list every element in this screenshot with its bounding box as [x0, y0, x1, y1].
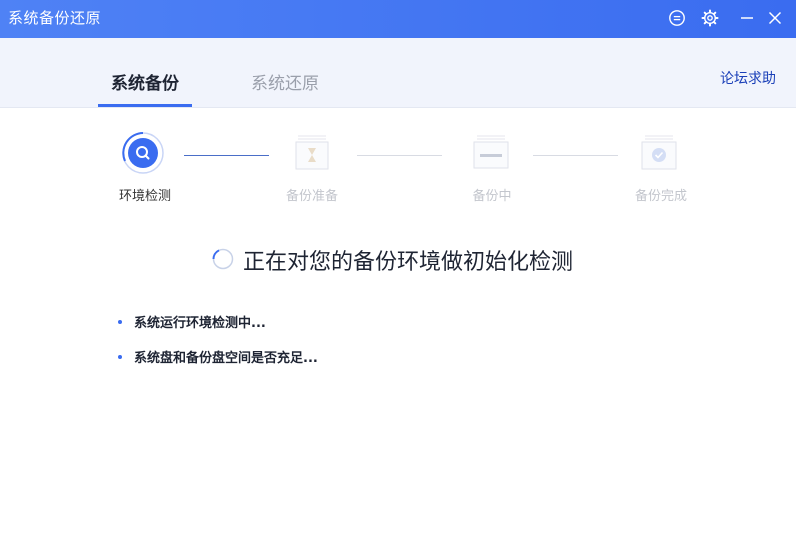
- gear-icon[interactable]: [697, 5, 723, 31]
- check-icon: [637, 131, 681, 175]
- loading-spinner-icon: [212, 248, 234, 270]
- search-icon: [122, 132, 164, 174]
- forum-help-link[interactable]: 论坛求助: [720, 68, 776, 88]
- check-item-text: 系统盘和备份盘空间是否充足...: [134, 351, 318, 366]
- bullet-icon: [118, 354, 122, 359]
- step-connector: [357, 155, 442, 156]
- minimize-icon[interactable]: [734, 5, 760, 31]
- bullet-icon: [118, 319, 122, 324]
- step-label-backup-done: 备份完成: [634, 189, 687, 204]
- step-connector: [184, 155, 269, 156]
- step-env-check-icon: [121, 131, 165, 175]
- tabs-header: 系统备份 系统还原 论坛求助: [0, 38, 796, 108]
- status-message: 正在对您的备份环境做初始化检测: [243, 250, 574, 275]
- check-list-item: 系统盘和备份盘空间是否充足...: [118, 347, 318, 366]
- app-title: 系统备份还原: [8, 9, 102, 27]
- hourglass-icon: [290, 131, 334, 175]
- step-label-backing-up: 备份中: [472, 189, 512, 204]
- close-icon[interactable]: [762, 5, 788, 31]
- check-item-text: 系统运行环境检测中...: [134, 316, 266, 331]
- active-tab-indicator: [98, 104, 192, 107]
- title-bar: 系统备份还原: [0, 0, 796, 38]
- tab-system-backup[interactable]: 系统备份: [111, 69, 179, 94]
- tab-system-restore[interactable]: 系统还原: [251, 69, 319, 94]
- check-list-item: 系统运行环境检测中...: [118, 312, 266, 331]
- step-label-env-check: 环境检测: [118, 189, 171, 204]
- step-label-backup-prep: 备份准备: [285, 189, 338, 204]
- feedback-icon[interactable]: [664, 5, 690, 31]
- progress-icon: [469, 131, 513, 175]
- step-connector: [533, 155, 618, 156]
